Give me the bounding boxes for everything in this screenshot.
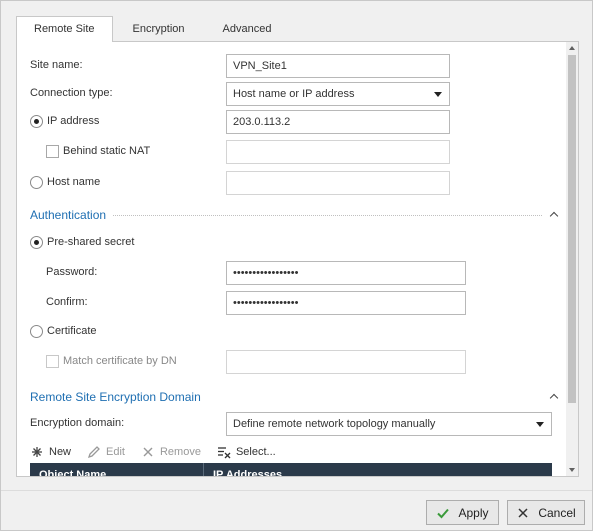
encryption-domain-label: Encryption domain:: [30, 417, 125, 429]
psk-radio[interactable]: [30, 236, 43, 249]
sparkle-icon: [30, 445, 44, 459]
authentication-section-title: Authentication: [30, 208, 113, 222]
confirm-password-input[interactable]: •••••••••••••••••: [226, 291, 466, 315]
tab-bar: Remote Site Encryption Advanced: [16, 16, 290, 42]
certificate-radio[interactable]: [30, 325, 43, 338]
connection-type-select[interactable]: Host name or IP address: [226, 82, 450, 106]
scroll-up-arrow-icon[interactable]: [566, 42, 578, 54]
chevron-up-icon[interactable]: [549, 209, 561, 221]
x-icon: [516, 506, 530, 520]
password-input[interactable]: •••••••••••••••••: [226, 261, 466, 285]
encryption-domain-select[interactable]: Define remote network topology manually: [226, 412, 552, 436]
psk-row: Pre-shared secret: [17, 231, 566, 255]
cancel-button[interactable]: Cancel: [507, 500, 585, 525]
confirm-label: Confirm:: [46, 296, 88, 308]
apply-button[interactable]: Apply: [426, 500, 499, 525]
behind-nat-checkbox[interactable]: [46, 145, 59, 158]
cancel-button-label: Cancel: [538, 505, 576, 520]
encryption-domain-toolbar: New Edit Remove Select...: [30, 442, 292, 462]
new-button[interactable]: New: [30, 445, 71, 459]
chevron-down-icon: [536, 422, 544, 427]
certificate-label: Certificate: [47, 325, 97, 337]
authentication-section-header: Authentication: [17, 206, 566, 224]
scroll-down-arrow-icon[interactable]: [566, 464, 578, 476]
encryption-domain-row: Encryption domain: Define remote network…: [17, 412, 566, 436]
confirm-row: Confirm: •••••••••••••••••: [17, 291, 566, 315]
edit-button-label: Edit: [106, 446, 125, 458]
vpn-site-dialog: Remote Site Encryption Advanced Site nam…: [0, 0, 593, 531]
scroll-content: Site name: VPN_Site1 Connection type: Ho…: [17, 42, 566, 476]
x-icon: [141, 445, 155, 459]
site-name-input[interactable]: VPN_Site1: [226, 54, 450, 78]
match-dn-checkbox[interactable]: [46, 355, 59, 368]
tab-remote-site[interactable]: Remote Site: [16, 16, 113, 42]
encryption-domain-table-header: Object Name IP Addresses: [30, 463, 552, 476]
chevron-up-icon[interactable]: [549, 391, 561, 403]
host-name-label: Host name: [47, 176, 101, 188]
behind-nat-row: Behind static NAT: [17, 140, 566, 164]
checkmark-icon: [436, 506, 450, 520]
host-name-input[interactable]: [226, 171, 450, 195]
match-dn-label: Match certificate by DN: [63, 355, 177, 367]
tab-panel-remote-site: Site name: VPN_Site1 Connection type: Ho…: [16, 41, 579, 477]
encryption-domain-value: Define remote network topology manually: [233, 418, 436, 430]
match-dn-input[interactable]: [226, 350, 466, 374]
new-button-label: New: [49, 446, 72, 458]
column-header-ip-addresses[interactable]: IP Addresses: [204, 463, 282, 476]
pencil-icon: [87, 445, 101, 459]
remove-button-label: Remove: [159, 446, 201, 458]
site-name-row: Site name: VPN_Site1: [17, 54, 566, 78]
certificate-row: Certificate: [17, 320, 566, 344]
connection-type-value: Host name or IP address: [233, 88, 355, 100]
chevron-down-icon: [434, 92, 442, 97]
connection-type-row: Connection type: Host name or IP address: [17, 82, 566, 106]
remove-button[interactable]: Remove: [141, 445, 201, 459]
select-list-icon: [217, 445, 231, 459]
select-button-label: Select...: [235, 446, 276, 458]
host-name-row: Host name: [17, 171, 566, 195]
tab-advanced[interactable]: Advanced: [205, 16, 290, 41]
connection-type-label: Connection type:: [30, 87, 113, 99]
encryption-domain-section-header: Remote Site Encryption Domain: [17, 388, 566, 406]
ip-address-label: IP address: [47, 115, 100, 127]
edit-button[interactable]: Edit: [87, 445, 125, 459]
column-header-object-name[interactable]: Object Name: [30, 463, 204, 476]
tab-encryption[interactable]: Encryption: [115, 16, 203, 41]
host-name-radio[interactable]: [30, 176, 43, 189]
footer-divider: [1, 490, 592, 491]
password-row: Password: •••••••••••••••••: [17, 261, 566, 285]
behind-nat-input[interactable]: [226, 140, 450, 164]
encryption-domain-section-title: Remote Site Encryption Domain: [30, 390, 207, 404]
ip-address-row: IP address 203.0.113.2: [17, 110, 566, 134]
psk-label: Pre-shared secret: [47, 236, 135, 248]
match-dn-row: Match certificate by DN: [17, 350, 566, 374]
ip-address-input[interactable]: 203.0.113.2: [226, 110, 450, 134]
vertical-scrollbar[interactable]: [566, 42, 578, 476]
site-name-label: Site name:: [30, 59, 83, 71]
apply-button-label: Apply: [458, 505, 489, 520]
behind-nat-label: Behind static NAT: [63, 145, 151, 157]
ip-address-radio[interactable]: [30, 115, 43, 128]
select-button[interactable]: Select...: [217, 445, 276, 459]
password-label: Password:: [46, 266, 98, 278]
scrollbar-thumb[interactable]: [568, 55, 576, 403]
